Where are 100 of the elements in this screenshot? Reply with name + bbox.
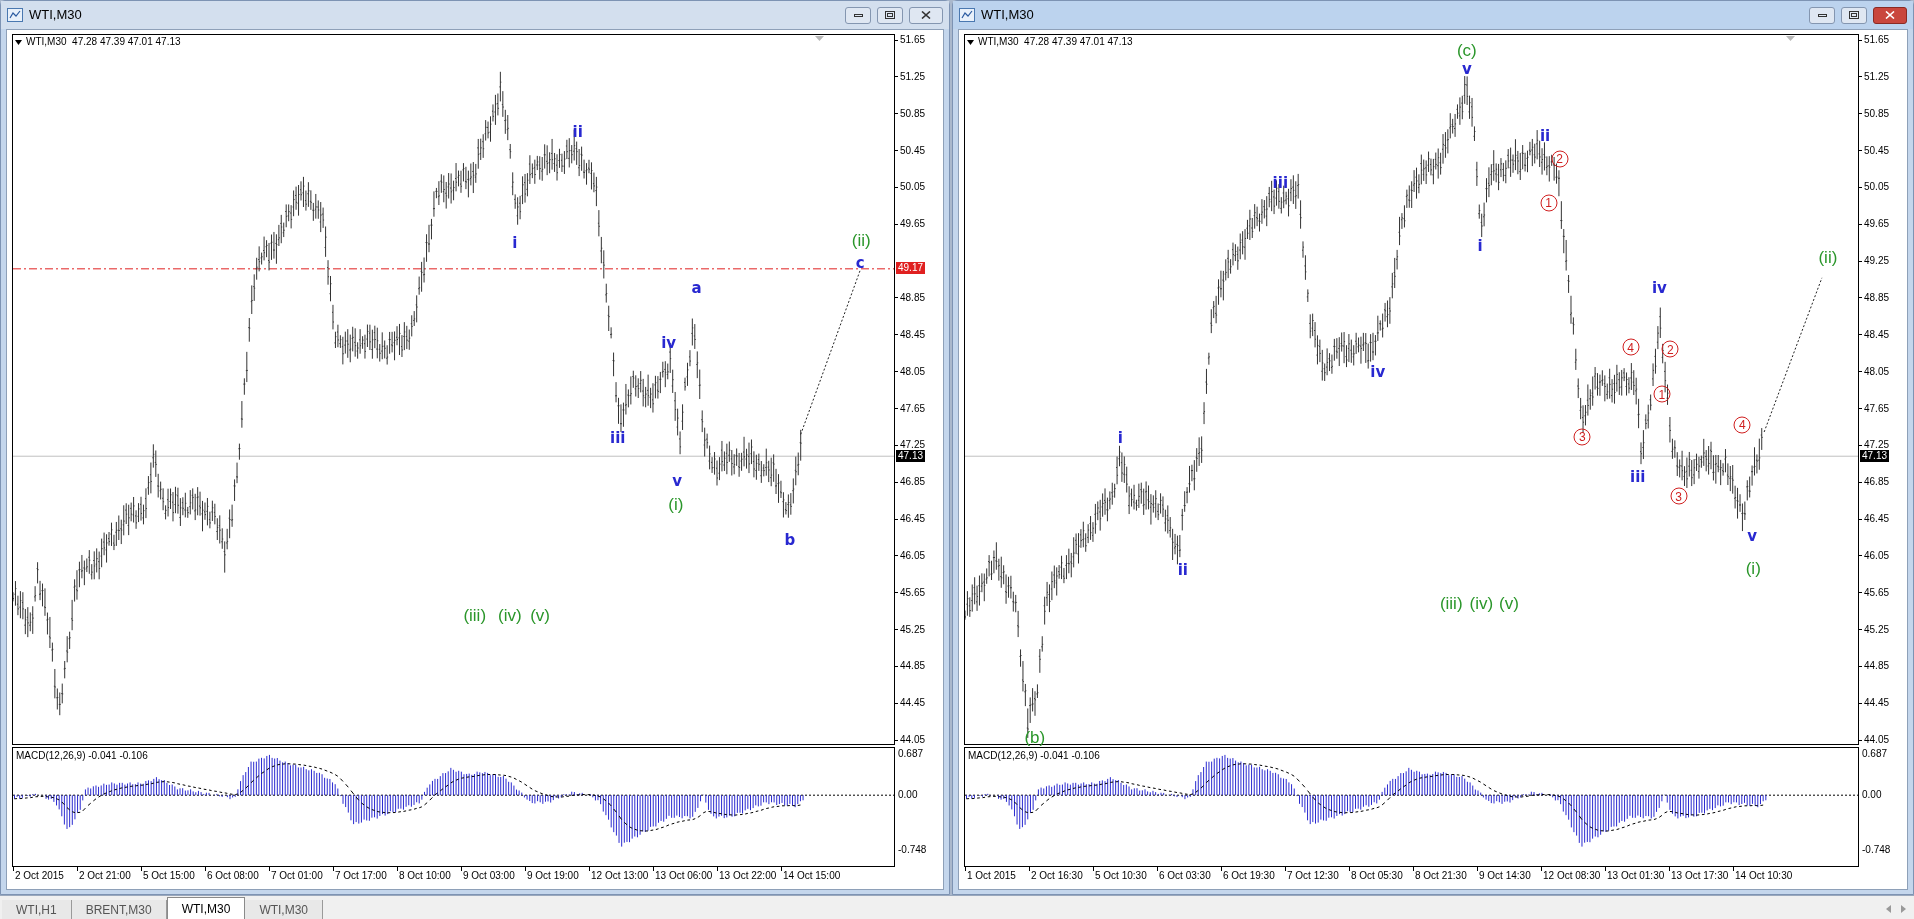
triangle-icon[interactable] [15, 39, 22, 45]
macd-axis-label: 0.687 [898, 749, 924, 760]
time-label: 13 Oct 06:00 [655, 871, 713, 881]
time-label: 1 Oct 2015 [967, 871, 1016, 881]
price-label: 50.05 [900, 182, 926, 193]
price-label: 51.25 [1864, 71, 1890, 82]
time-label: 7 Oct 12:30 [1287, 871, 1339, 881]
wave-label: iv [661, 335, 677, 351]
macd-axis-label: 0.687 [1862, 749, 1888, 760]
triangle-icon[interactable] [967, 39, 974, 45]
wave-label: (i) [1745, 559, 1761, 577]
price-label: 50.85 [1864, 108, 1890, 119]
restore-button[interactable] [877, 6, 903, 24]
time-label: 6 Oct 08:00 [207, 871, 259, 881]
price-label: 50.85 [900, 108, 926, 119]
time-label: 12 Oct 13:00 [591, 871, 649, 881]
time-label: 6 Oct 03:30 [1159, 871, 1211, 881]
wave-label: (iii) [463, 606, 487, 624]
wave-label: (iv) [498, 606, 522, 624]
price-label: 50.45 [1864, 145, 1890, 156]
close-icon [921, 11, 931, 19]
price-label: 51.65 [900, 35, 926, 46]
price-label: 48.45 [1864, 329, 1890, 340]
price-label: 50.05 [1864, 182, 1890, 193]
time-label: 6 Oct 19:30 [1223, 871, 1275, 881]
price-label: 44.05 [1864, 735, 1890, 746]
wave-label: v [672, 473, 682, 489]
wave-label: (v) [530, 606, 550, 624]
price-label: 47.25 [1864, 440, 1890, 451]
price-label: 49.65 [900, 219, 926, 230]
time-label: 2 Oct 16:30 [1031, 871, 1083, 881]
wave-label: (iii) [1439, 594, 1463, 612]
wave-label: v [1461, 61, 1472, 77]
time-label: 2 Oct 21:00 [79, 871, 131, 881]
price-label: 44.85 [900, 661, 926, 672]
price-label: 46.45 [1864, 514, 1890, 525]
macd-axis-label: -0.748 [898, 845, 927, 856]
macd-axis-label: 0.00 [1862, 790, 1882, 800]
price-label: 45.65 [900, 587, 926, 598]
time-label: 8 Oct 05:30 [1351, 871, 1403, 881]
wave-label: a [691, 280, 702, 296]
restore-button[interactable] [1841, 6, 1867, 24]
price-label: 48.05 [1864, 366, 1890, 377]
price-label: 45.65 [1864, 587, 1890, 598]
chart-tab[interactable]: WTI,M30 [245, 900, 324, 919]
window-title: WTI,M30 [29, 6, 82, 25]
macd-axis-label: -0.748 [1862, 845, 1891, 856]
price-label: 49.65 [1864, 219, 1890, 230]
price-label: 48.45 [900, 329, 926, 340]
minimize-button[interactable] [1809, 6, 1835, 24]
wave-label: ii [1177, 562, 1188, 578]
chart-window-icon [7, 8, 23, 22]
time-label: 13 Oct 17:30 [1671, 871, 1729, 881]
wave-label: iii [1630, 469, 1646, 485]
wave-label: (iv) [1469, 594, 1494, 612]
close-button[interactable] [909, 6, 943, 24]
price-label: 48.85 [1864, 293, 1890, 303]
wave-label: (ii) [1818, 248, 1838, 266]
price-label: 47.65 [1864, 403, 1890, 414]
chart-tab[interactable]: WTI,H1 [2, 900, 72, 919]
minimize-icon [853, 13, 863, 17]
price-label: 51.65 [1864, 35, 1890, 46]
time-label: 7 Oct 17:00 [335, 871, 387, 881]
price-label: 46.85 [1864, 477, 1890, 488]
current-price-tag: 47.13 [896, 450, 926, 463]
wave-label: i [1477, 238, 1483, 254]
price-label: 46.05 [1864, 550, 1890, 561]
wave-label: b [784, 532, 796, 548]
chart-tab[interactable]: WTI,M30 [166, 897, 246, 919]
shift-marker-icon[interactable] [1786, 36, 1795, 41]
symbol-info: WTI,M30 47.28 47.39 47.01 47.13 [26, 37, 181, 47]
wave-label: iii [610, 430, 626, 446]
minimize-button[interactable] [845, 6, 871, 24]
time-label: 14 Oct 10:30 [1735, 871, 1793, 881]
wave-label: v [1747, 528, 1757, 544]
shift-marker-icon[interactable] [815, 36, 824, 41]
wave-label: iv [1651, 280, 1667, 296]
close-icon [1885, 11, 1895, 19]
time-label: 9 Oct 14:30 [1479, 871, 1531, 881]
time-label: 5 Oct 10:30 [1095, 871, 1147, 881]
wave-label: (ii) [851, 231, 871, 249]
wave-label: c [855, 255, 865, 271]
price-label: 46.85 [900, 477, 926, 488]
window-title: WTI,M30 [981, 6, 1034, 25]
time-label: 5 Oct 15:00 [143, 871, 195, 881]
time-label: 2 Oct 2015 [15, 871, 64, 881]
wave-label: (c) [1456, 41, 1477, 59]
price-label: 47.65 [900, 403, 926, 414]
wave-label: (b) [1024, 728, 1046, 746]
time-label: 13 Oct 01:30 [1607, 871, 1665, 881]
restore-icon [1849, 11, 1859, 19]
current-price-tag: 47.13 [1860, 450, 1890, 463]
chart-tab[interactable]: BRENT,M30 [71, 900, 167, 919]
wave-label: iii [1272, 175, 1289, 191]
time-label: 12 Oct 08:30 [1543, 871, 1601, 881]
close-button[interactable] [1873, 6, 1907, 24]
price-label: 45.25 [1864, 624, 1890, 635]
time-label: 8 Oct 21:30 [1415, 871, 1467, 881]
price-label: 50.45 [900, 145, 926, 156]
macd-label: MACD(12,26,9) -0.041 -0.106 [16, 751, 148, 761]
